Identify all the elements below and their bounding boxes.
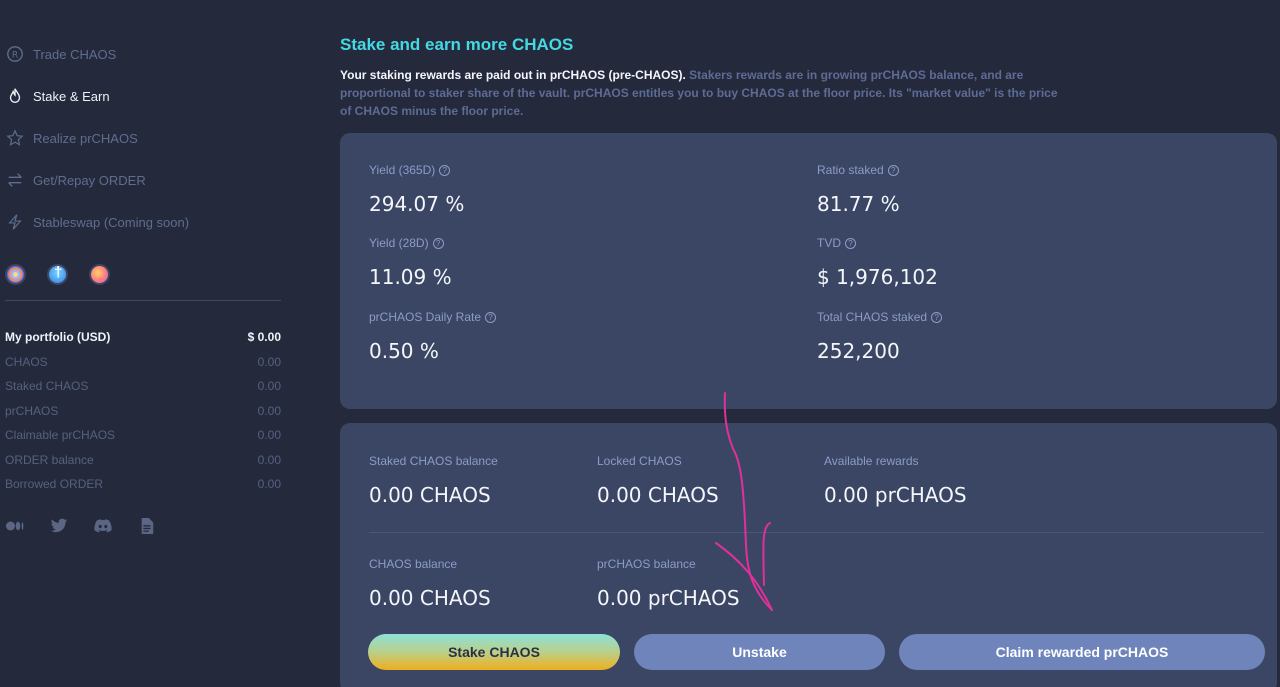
balance-value-rewards: 0.00 prCHAOS	[824, 483, 967, 507]
portfolio-header: My portfolio (USD) $ 0.00	[5, 330, 281, 344]
portfolio-row: ORDER balance 0.00	[5, 453, 281, 467]
description-bold: Your staking rewards are paid out in prC…	[340, 68, 686, 82]
help-icon[interactable]: ?	[887, 164, 899, 176]
nav-trade-chaos[interactable]: R Trade CHAOS	[5, 42, 116, 66]
portfolio-row-label: ORDER balance	[5, 453, 94, 467]
registered-circle-icon: R	[5, 44, 25, 64]
page-description: Your staking rewards are paid out in prC…	[340, 66, 1060, 120]
portfolio-row: Staked CHAOS 0.00	[5, 379, 281, 393]
twitter-icon[interactable]	[49, 518, 69, 534]
help-icon[interactable]: ?	[845, 237, 856, 249]
portfolio-row-value: 0.00	[257, 428, 281, 442]
portfolio-row-value: 0.00	[257, 477, 281, 491]
lightning-icon	[5, 212, 25, 232]
help-icon[interactable]: ?	[439, 164, 451, 176]
portfolio-row-value: 0.00	[257, 404, 281, 418]
portfolio-row-value: 0.00	[257, 355, 281, 369]
balance-value-locked: 0.00 CHAOS	[597, 483, 719, 507]
stat-value-total-staked: 252,200	[817, 339, 900, 363]
balance-value-staked: 0.00 CHAOS	[369, 483, 491, 507]
stake-chaos-button[interactable]: Stake CHAOS	[368, 634, 620, 670]
discord-icon[interactable]	[93, 518, 113, 534]
nav-label: Get/Repay ORDER	[33, 172, 146, 188]
nav-stableswap[interactable]: Stableswap (Coming soon)	[5, 210, 189, 234]
claim-rewarded-prchaos-button[interactable]: Claim rewarded prCHAOS	[899, 634, 1265, 670]
stat-label-ratio-staked: Ratio staked?	[817, 163, 899, 177]
chaos-token-icon[interactable]	[5, 264, 26, 285]
stat-label-tvd: TVD?	[817, 236, 856, 250]
prchaos-token-icon[interactable]	[89, 264, 110, 285]
stat-label-yield-365: Yield (365D)?	[369, 163, 451, 177]
help-icon[interactable]: ?	[485, 311, 497, 323]
portfolio-title: My portfolio (USD)	[5, 330, 111, 344]
card-divider	[369, 532, 1264, 533]
svg-text:R: R	[12, 51, 18, 61]
flame-icon	[5, 86, 25, 106]
stat-value-daily-rate: 0.50 %	[369, 339, 439, 363]
divider	[5, 300, 281, 301]
nav-label: Trade CHAOS	[33, 46, 117, 62]
balance-value-prchaos: 0.00 prCHAOS	[597, 586, 740, 610]
stat-value-yield-365: 294.07 %	[369, 192, 465, 216]
unstake-button[interactable]: Unstake	[634, 634, 885, 670]
portfolio-total: $ 0.00	[247, 330, 281, 344]
stat-value-yield-28: 11.09 %	[369, 265, 452, 289]
balance-value-chaos: 0.00 CHAOS	[369, 586, 491, 610]
portfolio-row-label: Claimable prCHAOS	[5, 428, 116, 442]
portfolio-row: CHAOS 0.00	[5, 355, 281, 369]
page-title: Stake and earn more CHAOS	[340, 35, 574, 54]
nav-stake-earn[interactable]: Stake & Earn	[5, 84, 110, 108]
sidebar: R Trade CHAOS Stake & Earn Realize prCHA…	[0, 0, 300, 687]
stat-label-daily-rate: prCHAOS Daily Rate?	[369, 310, 497, 324]
balance-label-prchaos: prCHAOS balance	[597, 557, 696, 571]
nav-get-repay-order[interactable]: Get/Repay ORDER	[5, 168, 146, 192]
nav-label: Realize prCHAOS	[33, 130, 138, 146]
nav-label: Stake & Earn	[33, 88, 110, 104]
vault-stats-card	[340, 133, 1277, 409]
stat-value-ratio-staked: 81.77 %	[817, 192, 900, 216]
portfolio-row: Borrowed ORDER 0.00	[5, 477, 281, 491]
portfolio-row-value: 0.00	[257, 379, 281, 393]
nav-realize-prchaos[interactable]: Realize prCHAOS	[5, 126, 138, 150]
portfolio-row-label: CHAOS	[5, 355, 48, 369]
nav-label: Stableswap (Coming soon)	[33, 214, 190, 230]
docs-icon[interactable]	[137, 518, 157, 534]
portfolio-row: Claimable prCHAOS 0.00	[5, 428, 281, 442]
portfolio-row-label: Staked CHAOS	[5, 379, 89, 393]
balance-label-staked: Staked CHAOS balance	[369, 454, 498, 468]
stat-label-yield-28: Yield (28D)?	[369, 236, 444, 250]
portfolio-row: prCHAOS 0.00	[5, 404, 281, 418]
stat-label-total-staked: Total CHAOS staked?	[817, 310, 943, 324]
portfolio-row-value: 0.00	[257, 453, 281, 467]
social-links	[5, 518, 157, 534]
swap-arrows-icon	[5, 170, 25, 190]
help-icon[interactable]: ?	[432, 237, 444, 249]
portfolio-row-label: Borrowed ORDER	[5, 477, 104, 491]
balance-label-rewards: Available rewards	[824, 454, 919, 468]
medium-icon[interactable]	[5, 518, 25, 534]
stat-value-tvd: $ 1,976,102	[817, 265, 938, 289]
order-token-icon[interactable]	[47, 264, 68, 285]
balance-label-chaos: CHAOS balance	[369, 557, 458, 571]
star-icon	[5, 128, 25, 148]
token-icons	[5, 264, 110, 285]
balance-label-locked: Locked CHAOS	[597, 454, 682, 468]
portfolio-row-label: prCHAOS	[5, 404, 59, 418]
help-icon[interactable]: ?	[931, 311, 943, 323]
